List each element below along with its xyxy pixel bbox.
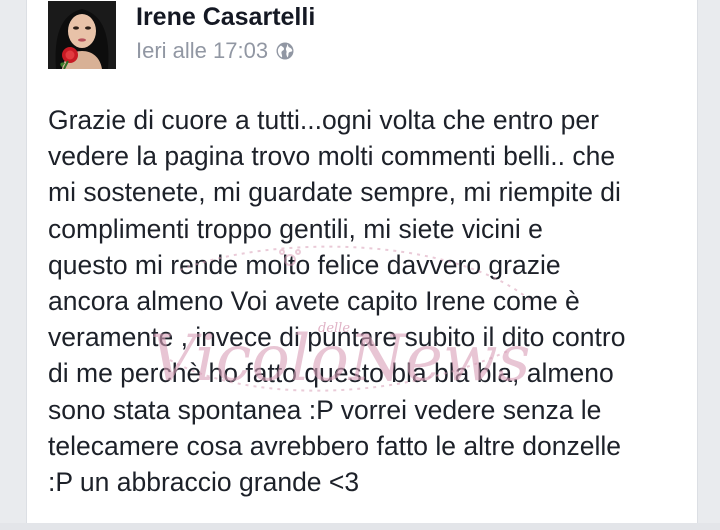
globe-icon[interactable] [275, 41, 295, 61]
avatar-image [48, 1, 116, 69]
author-name[interactable]: Irene Casartelli [136, 3, 315, 32]
post-body-text: Grazie di cuore a tutti...ogni volta che… [48, 105, 626, 498]
post-meta: Ieri alle 17:03 [136, 38, 295, 64]
card-bottom-edge [0, 523, 720, 530]
post-timestamp[interactable]: Ieri alle 17:03 [136, 38, 268, 64]
author-avatar[interactable] [48, 1, 116, 69]
